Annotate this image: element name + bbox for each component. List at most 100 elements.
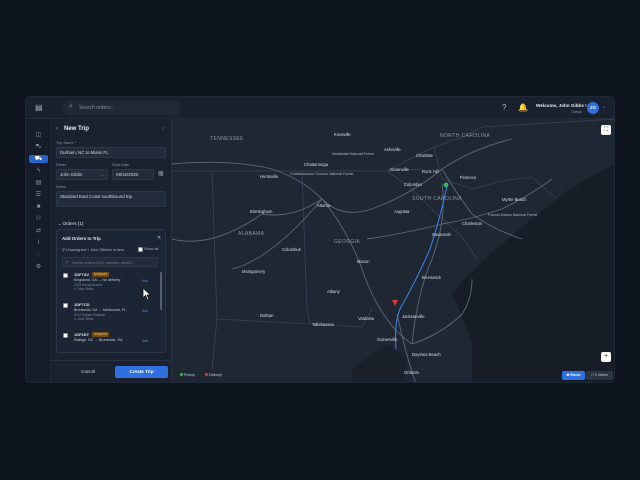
fullscreen-button[interactable]: ⛶ [601, 125, 611, 135]
order-checkbox[interactable] [63, 273, 68, 278]
close-icon[interactable]: ✕ [157, 235, 161, 241]
welcome-text: Welcome, John Gibbs ! [536, 103, 587, 108]
owner-name: John Gibbs [77, 287, 94, 291]
city-label-savannah: Savannah [432, 232, 451, 237]
order-owner: ⚲ John Gibbs [74, 317, 93, 321]
nav-rail: ◫ ⛍ ⛟ ϟ ▤ ☰ ■ ⚇ ⇄ ⌇ ◌ ⚙ [26, 119, 51, 382]
order-checkbox[interactable] [63, 303, 68, 308]
back-arrow-icon[interactable]: ‹ [56, 126, 58, 132]
cancel-button[interactable]: Cancel [81, 369, 95, 374]
forest-label-chattahoochee: Chattahoochee Oconee National Forest [290, 172, 354, 176]
panel-footer: Cancel Create Trip [51, 360, 172, 382]
new-trip-panel: ‹ New Trip ‹ Trip Name * Durham, NC to M… [51, 119, 172, 382]
app-window: ▤ ⌕ ? 🔔 Welcome, John Gibbs ! Cargo JG ⌄… [25, 96, 615, 383]
city-label-charleston: Charleston [462, 221, 483, 226]
map-view[interactable]: TENNESSEE NORTH CAROLINA SOUTH CAROLINA … [172, 119, 614, 382]
bolt-icon[interactable]: ϟ [29, 167, 48, 175]
gear-icon[interactable]: ⚙ [29, 263, 48, 271]
city-label-gainesville: Gainesville [377, 337, 398, 342]
order-route: Brunswick, GA → Melbourne, FL [74, 308, 127, 312]
help-icon[interactable]: ? [502, 104, 506, 112]
collapse-icon[interactable]: ‹ [162, 126, 164, 132]
notes-textarea[interactable]: Standard East Coast southbound trip. [56, 191, 166, 207]
chart-icon[interactable]: ⌇ [29, 239, 48, 247]
trip-name-label: Trip Name * [56, 141, 77, 145]
chevron-down-icon: ⌄ [100, 172, 104, 177]
trip-name-input[interactable]: Durham, NC to Miami FL [56, 147, 166, 158]
show-all-label: Show all [144, 247, 159, 251]
document-icon[interactable]: ▤ [29, 179, 48, 187]
orders-section-title[interactable]: ⌄ Orders (1) [58, 221, 83, 226]
add-order-button[interactable]: Add [142, 279, 148, 283]
search-icon: ⌕ [69, 103, 73, 110]
state-label-georgia: GEORGIA [334, 239, 361, 245]
route-toggle-button[interactable]: ⇄ Route [562, 371, 585, 380]
order-search-input[interactable] [72, 259, 156, 266]
city-label-columbus: Columbus [282, 247, 301, 252]
create-trip-button[interactable]: Create Trip [115, 366, 168, 378]
status-badge: Assigned [92, 332, 110, 337]
delivery-pin[interactable] [392, 300, 398, 306]
search-bar[interactable]: ⌕ [63, 101, 181, 115]
city-label-orlando: Orlando [404, 370, 419, 375]
trips-icon[interactable]: ⛟ [29, 155, 48, 163]
add-order-button[interactable]: Add [142, 339, 148, 343]
car-icon[interactable]: ⛍ [29, 143, 48, 151]
legend-pickup: Pickup [180, 373, 195, 377]
status-badge: Assigned [92, 272, 110, 277]
driver-select[interactable]: John Gibbs ⌄ [56, 169, 108, 180]
orders-scrollbar[interactable] [160, 272, 162, 310]
dashboard-icon[interactable]: ◫ [29, 131, 48, 139]
order-route: Raleigh, NC → Brunswick, GA [74, 338, 123, 342]
pickup-dot [180, 373, 183, 376]
order-row[interactable]: 1DF2DT Assigned Raleigh, NC → Brunswick,… [60, 330, 158, 352]
zoom-in-button[interactable]: + [601, 352, 611, 362]
list-icon[interactable]: ☰ [29, 191, 48, 199]
city-label-columbia: Columbia [404, 182, 422, 187]
transfer-icon[interactable]: ⇄ [29, 227, 48, 235]
chat-icon[interactable]: ◌ [29, 251, 48, 259]
order-owner: ⚲ John Gibbs [74, 287, 93, 291]
state-label-tennessee: TENNESSEE [210, 136, 244, 142]
city-label-jacksonville: Jacksonville [402, 314, 425, 319]
order-checkbox[interactable] [63, 333, 68, 338]
show-all-checkbox[interactable] [138, 247, 143, 252]
add-order-button[interactable]: Add [142, 309, 148, 313]
users-icon[interactable]: ⚇ [29, 215, 48, 223]
city-label-valdosta: Valdosta [358, 316, 374, 321]
order-id: 1DF7CD [74, 302, 90, 307]
orders-count: Orders (1) [62, 221, 84, 226]
route-label: Route [570, 373, 581, 377]
pickup-pin[interactable] [443, 182, 449, 188]
city-label-daytona-beach: Daytona Beach [412, 352, 441, 357]
state-label-south-carolina: SOUTH CAROLINA [412, 196, 463, 202]
city-label-macon: Macon [357, 259, 370, 264]
order-id: 1DF7AV [74, 272, 90, 277]
city-label-charlotte: Charlotte [416, 153, 433, 158]
legend-pickup-label: Pickup [184, 373, 195, 377]
start-date-input[interactable]: 08/16/2026 [112, 169, 154, 180]
delivery-dot [205, 373, 208, 376]
order-row[interactable]: 1DF7CD Brunswick, GA → Melbourne, FL 201… [60, 300, 158, 330]
drivers-toggle-button[interactable]: ⚇ 0 drivers [586, 371, 613, 380]
calendar-icon[interactable]: ▦ [158, 170, 164, 177]
city-label-albany: Albany [327, 289, 340, 294]
lock-icon[interactable]: ■ [29, 203, 48, 211]
city-label-atlanta: Atlanta [317, 203, 331, 208]
forest-label-nantahala: Nantahala National Forest [332, 152, 374, 156]
order-id: 1DF2DT [74, 332, 90, 337]
avatar[interactable]: JG [587, 102, 599, 114]
order-search-field[interactable]: ⌕ [62, 257, 158, 267]
start-date-label: Start Date [112, 163, 130, 167]
panel-title: New Trip [64, 126, 90, 132]
sidebar-toggle-icon[interactable]: ▤ [35, 104, 43, 112]
state-label-north-carolina: NORTH CAROLINA [440, 133, 491, 139]
notes-label: Notes [56, 185, 66, 189]
drivers-label: 0 drivers [594, 373, 608, 377]
state-label-alabama: ALABAMA [238, 231, 265, 237]
gulf-water [352, 344, 407, 382]
search-input[interactable] [79, 103, 177, 113]
bell-icon[interactable]: 🔔 [518, 104, 528, 112]
order-filter[interactable]: ⚲ Unassigned + John Gibbs's orders [62, 247, 124, 252]
chevron-down-icon[interactable]: ⌄ [602, 104, 606, 110]
